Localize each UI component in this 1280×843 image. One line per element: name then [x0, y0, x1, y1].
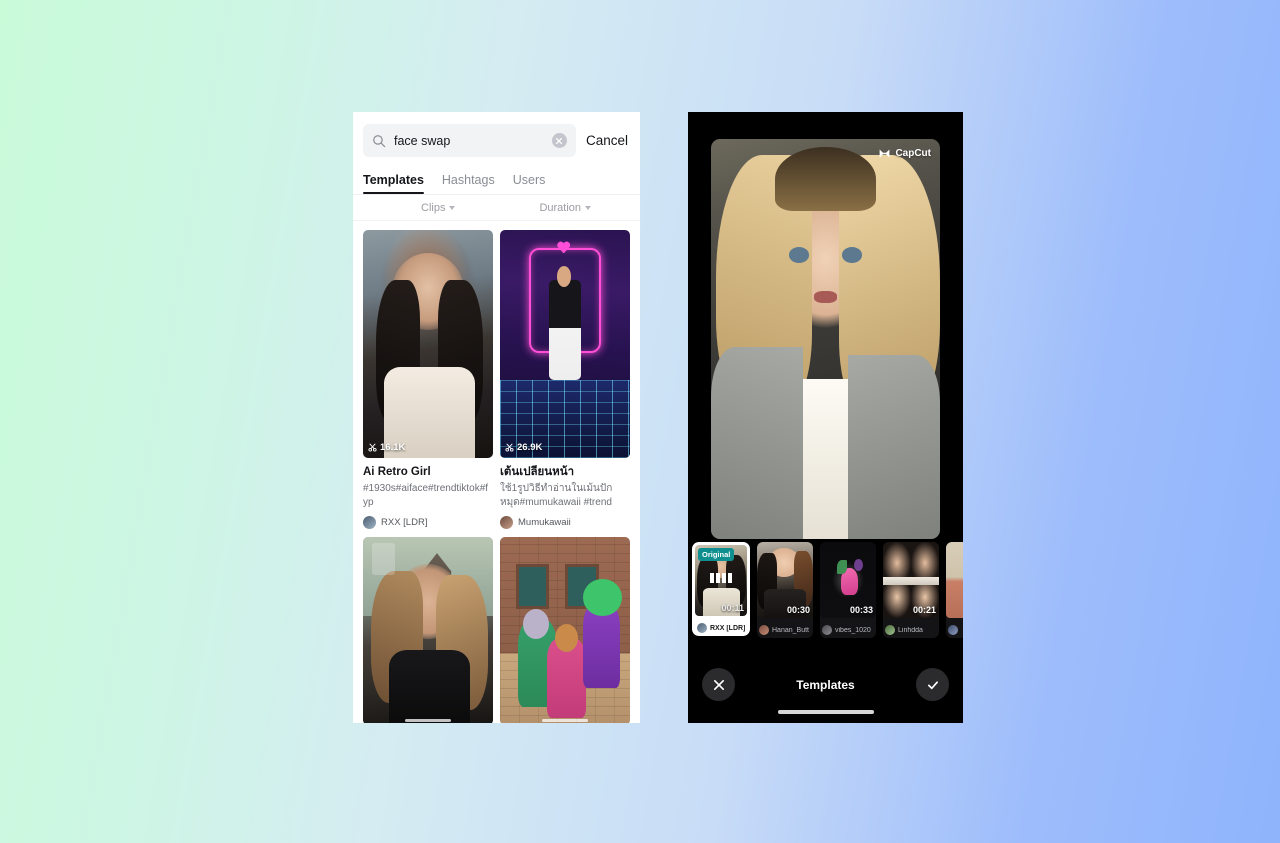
clip-cut-icon: [505, 443, 514, 452]
template-thumbnail[interactable]: 16.1K: [363, 230, 493, 458]
template-author-name: RXX [LDR]: [381, 517, 428, 529]
filmstrip-duration: 00:11: [721, 603, 744, 613]
capcut-logo-icon: [880, 149, 890, 158]
filmstrip-author-name: vibes_1020: [835, 626, 871, 634]
search-results-panel: face swap Cancel Templates Hashtags User…: [353, 112, 640, 723]
close-icon: [556, 137, 563, 144]
bottom-bar-title: Templates: [796, 677, 855, 692]
avatar: [822, 625, 832, 635]
chevron-down-icon: [449, 206, 456, 210]
close-icon: [713, 679, 724, 690]
confirm-button[interactable]: [916, 668, 949, 701]
filmstrip-author: vibes_1020: [820, 618, 876, 638]
template-filmstrip[interactable]: Original 00:11 RXX [LDR] 00:30 Hanan_But…: [688, 542, 963, 646]
filmstrip-author-name: Hanan_Butt: [772, 626, 809, 634]
search-input-value: face swap: [394, 133, 451, 148]
avatar: [697, 623, 707, 633]
cancel-button[interactable]: Cancel: [586, 133, 630, 148]
template-grid-scroll[interactable]: 16.1K Ai Retro Girl #1930s#aiface#trendt…: [353, 221, 640, 723]
template-description: #1930s#aiface#trendtiktok#fyp: [363, 483, 489, 508]
template-grid: 16.1K Ai Retro Girl #1930s#aiface#trendt…: [363, 221, 630, 723]
capcut-watermark: CapCut: [878, 147, 931, 160]
play-count-badge: 16.1K: [368, 442, 405, 453]
scroll-indicator: [405, 719, 451, 723]
avatar: [948, 625, 958, 635]
check-icon: [927, 680, 938, 689]
filmstrip-item-original[interactable]: Original 00:11 RXX [LDR]: [692, 542, 750, 636]
filmstrip-item[interactable]: 00:21 Linhdda: [883, 542, 939, 638]
play-count-value: 16.1K: [380, 442, 406, 453]
tab-templates[interactable]: Templates: [363, 173, 424, 194]
template-thumbnail[interactable]: [363, 537, 493, 723]
original-badge: Original: [698, 548, 735, 561]
playing-indicator-icon: [710, 573, 732, 584]
template-author[interactable]: Mumukawaii: [500, 516, 630, 530]
filmstrip-author: [946, 618, 963, 638]
filmstrip-author-name: Linhdda: [898, 626, 923, 634]
template-title: Ai Retro Girl: [363, 466, 431, 478]
tab-hashtags[interactable]: Hashtags: [442, 173, 495, 194]
filmstrip-author: RXX [LDR]: [695, 616, 747, 636]
avatar: [759, 625, 769, 635]
avatar: [500, 516, 513, 530]
preview-video[interactable]: CapCut: [711, 139, 940, 539]
filmstrip-thumbnail: 00:33: [820, 542, 876, 618]
filter-row: Clips Duration: [353, 195, 640, 221]
filmstrip-author: Linhdda: [883, 618, 939, 638]
scroll-indicator: [542, 719, 588, 723]
tab-users[interactable]: Users: [513, 173, 546, 194]
filmstrip-item[interactable]: [946, 542, 963, 638]
search-input[interactable]: face swap: [363, 124, 576, 157]
template-author[interactable]: RXX [LDR]: [363, 516, 493, 530]
template-card[interactable]: [500, 537, 630, 723]
video-preview-area[interactable]: CapCut: [688, 112, 963, 542]
template-thumbnail[interactable]: [500, 537, 630, 723]
filmstrip-thumbnail: 00:21: [883, 542, 939, 618]
filmstrip-thumbnail: Original 00:11: [695, 545, 747, 616]
play-count-badge: 26.9K: [505, 442, 542, 453]
filmstrip-item[interactable]: 00:30 Hanan_Butt: [757, 542, 813, 638]
filmstrip-duration: 00:21: [912, 605, 936, 615]
template-card[interactable]: [363, 537, 493, 723]
filmstrip-thumbnail: 00:30: [757, 542, 813, 618]
search-icon: [373, 134, 386, 147]
filter-clips-label: Clips: [421, 202, 446, 214]
play-count-value: 26.9K: [517, 442, 543, 453]
clear-search-button[interactable]: [551, 133, 567, 148]
search-row: face swap Cancel: [353, 112, 640, 167]
filter-duration-label: Duration: [539, 202, 582, 214]
tab-bar: Templates Hashtags Users: [353, 167, 640, 195]
clip-cut-icon: [368, 443, 377, 452]
template-thumbnail[interactable]: 26.9K: [500, 230, 630, 458]
template-description: ใช้1รูปวิธีทำอ่านในเม้นปักหมุด#mumukawai…: [500, 483, 613, 508]
filmstrip-duration: 00:33: [849, 605, 873, 615]
template-card[interactable]: 16.1K Ai Retro Girl #1930s#aiface#trendt…: [363, 230, 493, 530]
filter-clips[interactable]: Clips: [421, 202, 456, 214]
filter-duration[interactable]: Duration: [539, 202, 592, 214]
filmstrip-item[interactable]: 00:33 vibes_1020: [820, 542, 876, 638]
template-preview-panel: CapCut Original 00:11 RXX [LDR] 00:30 Ha…: [688, 112, 963, 723]
template-card[interactable]: 26.9K เต้นเปลี่ยนหน้า ใช้1รูปวิธีทำอ่านใ…: [500, 230, 630, 530]
bottom-action-bar: Templates: [688, 646, 963, 723]
avatar: [885, 625, 895, 635]
close-button[interactable]: [702, 668, 735, 701]
template-author-name: Mumukawaii: [518, 517, 571, 529]
home-indicator: [777, 710, 874, 714]
avatar: [363, 516, 376, 530]
filmstrip-author-name: RXX [LDR]: [710, 624, 745, 632]
filmstrip-duration: 00:30: [786, 605, 810, 615]
filmstrip-thumbnail: [946, 542, 963, 618]
filmstrip-author: Hanan_Butt: [757, 618, 813, 638]
template-title: เต้นเปลี่ยนหน้า: [500, 466, 575, 478]
capcut-label: CapCut: [895, 148, 931, 159]
chevron-down-icon: [585, 206, 592, 210]
